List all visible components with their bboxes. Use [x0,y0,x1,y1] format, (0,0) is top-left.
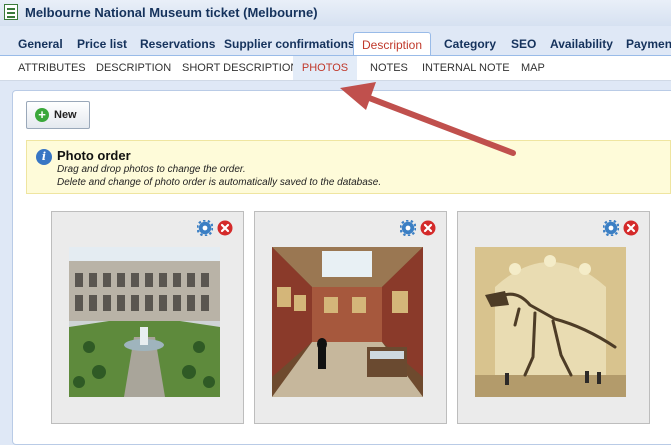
delete-icon[interactable] [420,220,436,236]
annotation-arrow-icon [340,82,516,156]
subtab-short-description[interactable]: SHORT DESCRIPTION [176,56,304,80]
window-title: Melbourne National Museum ticket (Melbou… [25,5,318,20]
subtab-attributes[interactable]: ATTRIBUTES [12,56,92,80]
info-line-2: Delete and change of photo order is auto… [57,177,382,188]
delete-icon[interactable] [217,220,233,236]
new-button-label: New [54,109,77,121]
document-icon [4,4,18,20]
subtab-internal-note[interactable]: INTERNAL NOTE [416,56,516,80]
tab-payment[interactable]: Payment [618,32,671,56]
subtab-description[interactable]: DESCRIPTION [90,56,177,80]
info-title: Photo order [57,148,131,163]
main-tabs: General Price list Reservations Supplier… [0,26,671,56]
tab-reservations[interactable]: Reservations [132,32,223,56]
delete-icon[interactable] [623,220,639,236]
new-button[interactable]: + New [26,101,90,129]
tab-price-list[interactable]: Price list [69,32,135,56]
window-titlebar: Melbourne National Museum ticket (Melbou… [0,0,671,27]
subtab-notes[interactable]: NOTES [364,56,414,80]
photo-card[interactable] [51,211,244,424]
sub-tabs: ATTRIBUTES DESCRIPTION SHORT DESCRIPTION… [0,56,671,81]
subtab-photos[interactable]: PHOTOS [293,56,357,80]
subtab-map[interactable]: MAP [515,56,551,80]
dinosaur-photo [475,247,626,397]
tab-general[interactable]: General [10,32,71,56]
tab-category[interactable]: Category [436,32,504,56]
tab-description[interactable]: Description [353,32,432,56]
info-line-1: Drag and drop photos to change the order… [57,164,246,175]
tab-availability[interactable]: Availability [542,32,621,56]
info-icon: i [36,149,52,165]
courtyard-photo [69,247,220,397]
plus-icon: + [35,108,49,122]
settings-gear-icon[interactable] [400,220,416,236]
photo-card[interactable] [457,211,650,424]
tab-seo[interactable]: SEO [503,32,544,56]
settings-gear-icon[interactable] [603,220,619,236]
settings-gear-icon[interactable] [197,220,213,236]
tab-supplier-confirmations[interactable]: Supplier confirmations [216,32,363,56]
gallery-photo [272,247,423,397]
photo-card[interactable] [254,211,447,424]
